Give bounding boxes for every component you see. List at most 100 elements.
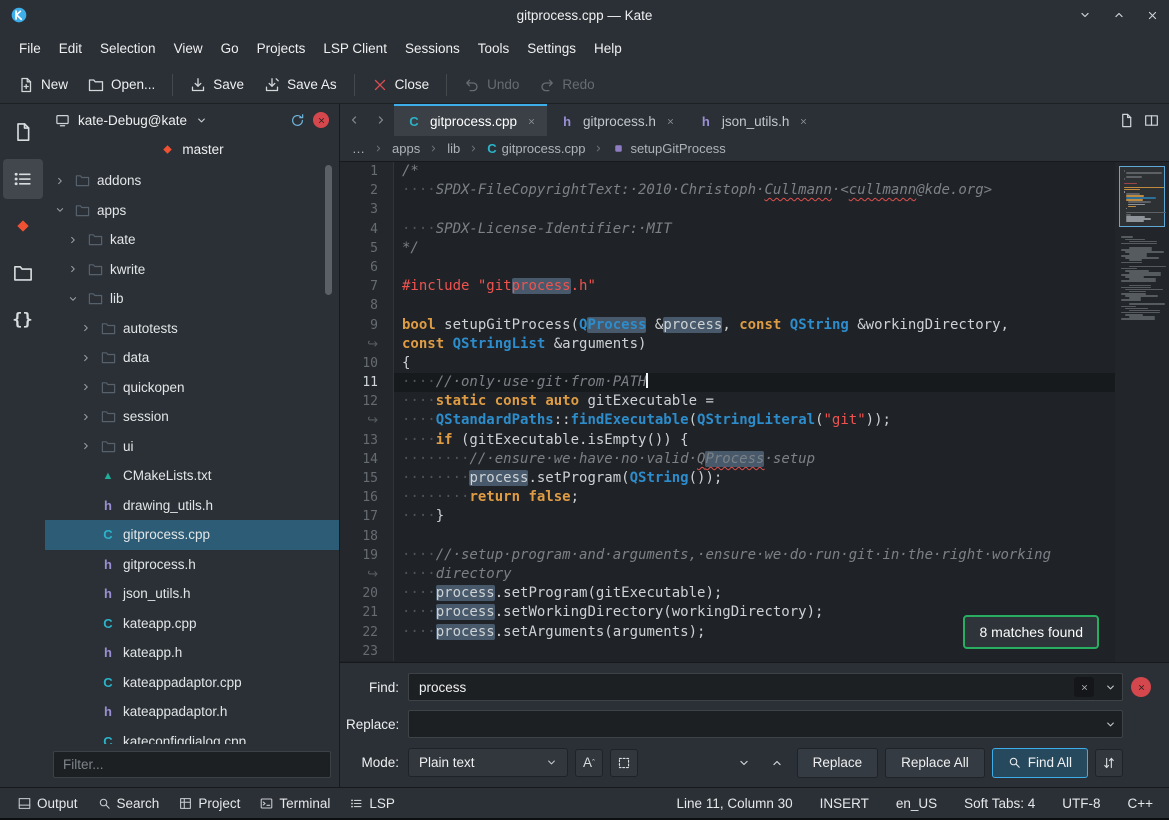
- tab-json-utils-h[interactable]: hjson_utils.h: [686, 104, 820, 136]
- close-button[interactable]: Close: [362, 71, 440, 99]
- tab-gitprocess-h[interactable]: hgitprocess.h: [547, 104, 686, 136]
- switch-search-mode-button[interactable]: [1095, 749, 1123, 777]
- find-input[interactable]: [409, 680, 1074, 695]
- breadcrumb-apps[interactable]: apps: [392, 141, 420, 156]
- tree-item-kwrite[interactable]: kwrite: [45, 255, 339, 285]
- replace-history-dropdown-icon[interactable]: [1098, 718, 1122, 731]
- minimap-viewport[interactable]: [1119, 166, 1165, 227]
- status-cursor-position[interactable]: Line 11, Column 30: [677, 796, 793, 811]
- project-session-name[interactable]: kate-Debug@kate: [78, 113, 187, 128]
- undo-button[interactable]: Undo: [454, 71, 529, 99]
- text-editor[interactable]: 1/*2····SPDX-FileCopyrightText:·2010·Chr…: [340, 162, 1115, 662]
- menu-projects[interactable]: Projects: [248, 35, 315, 62]
- panel-toggle-project[interactable]: Project: [169, 788, 250, 818]
- open-button[interactable]: Open...: [78, 71, 165, 99]
- expand-icon[interactable]: [79, 411, 93, 423]
- minimize-button[interactable]: [1078, 8, 1092, 22]
- git-branch-name[interactable]: master: [182, 142, 223, 157]
- tree-item-session[interactable]: session: [45, 402, 339, 432]
- tree-item-kate[interactable]: kate: [45, 225, 339, 255]
- menu-tools[interactable]: Tools: [469, 35, 519, 62]
- close-tab-icon[interactable]: [666, 117, 675, 126]
- tree-item-apps[interactable]: apps: [45, 196, 339, 226]
- tool-symbols-button[interactable]: {}: [3, 300, 43, 340]
- redo-button[interactable]: Redo: [529, 71, 604, 99]
- refresh-project-button[interactable]: [290, 113, 305, 128]
- filter-input[interactable]: [53, 751, 331, 778]
- status-indentation[interactable]: Soft Tabs: 4: [964, 796, 1035, 811]
- breadcrumb-lib[interactable]: lib: [447, 141, 460, 156]
- menu-lsp-client[interactable]: LSP Client: [314, 35, 396, 62]
- new-button[interactable]: New: [8, 71, 78, 99]
- close-tab-icon[interactable]: [527, 117, 536, 126]
- tree-item-addons[interactable]: addons: [45, 166, 339, 196]
- find-next-button[interactable]: [731, 750, 757, 776]
- tree-item-kateappadaptor-cpp[interactable]: Ckateappadaptor.cpp: [45, 668, 339, 698]
- split-view-icon[interactable]: [1144, 113, 1159, 128]
- menu-view[interactable]: View: [165, 35, 212, 62]
- search-mode-select[interactable]: Plain text: [408, 748, 568, 777]
- replace-button[interactable]: Replace: [797, 748, 879, 778]
- tool-filesystem-button[interactable]: [3, 253, 43, 293]
- expand-icon[interactable]: [53, 175, 67, 187]
- status-encoding[interactable]: UTF-8: [1062, 796, 1100, 811]
- project-dropdown-icon[interactable]: [195, 114, 208, 127]
- tree-item-json-utils-h[interactable]: hjson_utils.h: [45, 579, 339, 609]
- expand-icon[interactable]: [79, 440, 93, 452]
- close-project-button[interactable]: [313, 112, 329, 128]
- save-button[interactable]: Save: [180, 71, 254, 99]
- tree-item-lib[interactable]: lib: [45, 284, 339, 314]
- panel-toggle-lsp[interactable]: LSP: [340, 788, 405, 818]
- menu-settings[interactable]: Settings: [518, 35, 585, 62]
- match-case-button[interactable]: Aˆ: [575, 749, 603, 777]
- panel-toggle-search[interactable]: Search: [88, 788, 170, 818]
- panel-toggle-terminal[interactable]: Terminal: [250, 788, 340, 818]
- breadcrumb-setupgitprocess[interactable]: setupGitProcess: [612, 141, 725, 156]
- tree-item-ui[interactable]: ui: [45, 432, 339, 462]
- breadcrumb-gitprocess-cpp[interactable]: Cgitprocess.cpp: [487, 141, 585, 156]
- status-input-mode[interactable]: INSERT: [820, 796, 869, 811]
- status-dictionary[interactable]: en_US: [896, 796, 937, 811]
- menu-sessions[interactable]: Sessions: [396, 35, 469, 62]
- tree-item-quickopen[interactable]: quickopen: [45, 373, 339, 403]
- tree-item-kateapp-cpp[interactable]: Ckateapp.cpp: [45, 609, 339, 639]
- clear-find-icon[interactable]: [1074, 677, 1094, 697]
- tree-item-drawing-utils-h[interactable]: hdrawing_utils.h: [45, 491, 339, 521]
- tree-scrollbar[interactable]: [325, 165, 332, 295]
- menu-help[interactable]: Help: [585, 35, 631, 62]
- tree-item-gitprocess-cpp[interactable]: Cgitprocess.cpp: [45, 520, 339, 550]
- expand-icon[interactable]: [66, 234, 80, 246]
- expand-icon[interactable]: [79, 352, 93, 364]
- panel-toggle-output[interactable]: Output: [8, 788, 88, 818]
- find-history-dropdown-icon[interactable]: [1098, 681, 1122, 694]
- breadcrumb-[interactable]: …: [352, 141, 365, 156]
- close-tab-icon[interactable]: [799, 117, 808, 126]
- status-syntax-highlighting[interactable]: C++: [1127, 796, 1153, 811]
- tree-item-kateapp-h[interactable]: hkateapp.h: [45, 638, 339, 668]
- tree-item-kateappadaptor-h[interactable]: hkateappadaptor.h: [45, 697, 339, 727]
- expand-icon[interactable]: [79, 322, 93, 334]
- find-prev-button[interactable]: [764, 750, 790, 776]
- close-window-button[interactable]: [1146, 8, 1159, 22]
- tab-gitprocess-cpp[interactable]: Cgitprocess.cpp: [394, 104, 547, 136]
- history-back-button[interactable]: [340, 104, 367, 136]
- close-findbar-button[interactable]: [1131, 677, 1151, 697]
- selection-only-button[interactable]: [610, 749, 638, 777]
- expand-icon[interactable]: [79, 381, 93, 393]
- tool-documents-button[interactable]: [3, 112, 43, 152]
- tree-item-gitprocess-h[interactable]: hgitprocess.h: [45, 550, 339, 580]
- expand-icon[interactable]: [66, 263, 80, 275]
- replace-all-button[interactable]: Replace All: [885, 748, 985, 778]
- history-forward-button[interactable]: [367, 104, 394, 136]
- menu-file[interactable]: File: [10, 35, 50, 62]
- minimap-scrollbar[interactable]: [1115, 162, 1169, 662]
- save-as-button[interactable]: Save As: [254, 71, 347, 99]
- find-all-button[interactable]: Find All: [992, 748, 1088, 778]
- new-document-icon[interactable]: [1119, 113, 1134, 128]
- tree-item-kateconfigdialog-cpp[interactable]: Ckateconfigdialog.cpp: [45, 727, 339, 745]
- replace-input[interactable]: [409, 717, 1098, 732]
- maximize-button[interactable]: [1112, 8, 1126, 22]
- tree-item-cmakelists-txt[interactable]: ▲CMakeLists.txt: [45, 461, 339, 491]
- tree-item-data[interactable]: data: [45, 343, 339, 373]
- tree-item-autotests[interactable]: autotests: [45, 314, 339, 344]
